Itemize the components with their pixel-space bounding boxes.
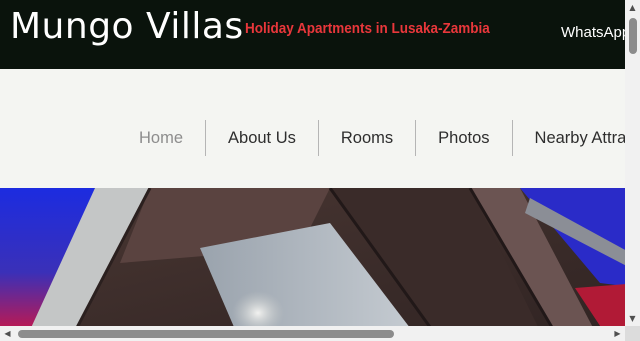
hero-image	[0, 188, 625, 326]
nav-item-nearby-attractions[interactable]: Nearby Attractions	[513, 120, 625, 156]
site-tagline: Holiday Apartments in Lusaka-Zambia	[245, 20, 490, 37]
scrollbar-corner	[625, 326, 640, 341]
whatsapp-link[interactable]: WhatsApp	[561, 24, 625, 41]
apartment-ceiling-photo	[0, 188, 625, 326]
scroll-right-icon[interactable]: ▶	[610, 326, 625, 341]
nav-item-about-us[interactable]: About Us	[206, 120, 318, 156]
vertical-scrollbar[interactable]: ▲ ▼	[625, 0, 640, 326]
nav-item-photos[interactable]: Photos	[416, 120, 511, 156]
page-viewport: Mungo Villas Holiday Apartments in Lusak…	[0, 0, 625, 326]
vertical-scroll-thumb[interactable]	[629, 18, 637, 54]
main-nav: Home About Us Rooms Photos Nearby Attrac…	[117, 120, 625, 156]
horizontal-scrollbar[interactable]: ◀ ▶	[0, 326, 625, 341]
nav-item-home[interactable]: Home	[117, 120, 205, 156]
scroll-down-icon[interactable]: ▼	[625, 311, 640, 326]
scroll-left-icon[interactable]: ◀	[0, 326, 15, 341]
horizontal-scroll-thumb[interactable]	[18, 330, 394, 338]
scroll-up-icon[interactable]: ▲	[625, 0, 640, 15]
navigation-band: Home About Us Rooms Photos Nearby Attrac…	[0, 69, 625, 188]
site-header: Mungo Villas Holiday Apartments in Lusak…	[0, 0, 625, 69]
site-title[interactable]: Mungo Villas	[10, 6, 244, 47]
nav-item-rooms[interactable]: Rooms	[319, 120, 415, 156]
